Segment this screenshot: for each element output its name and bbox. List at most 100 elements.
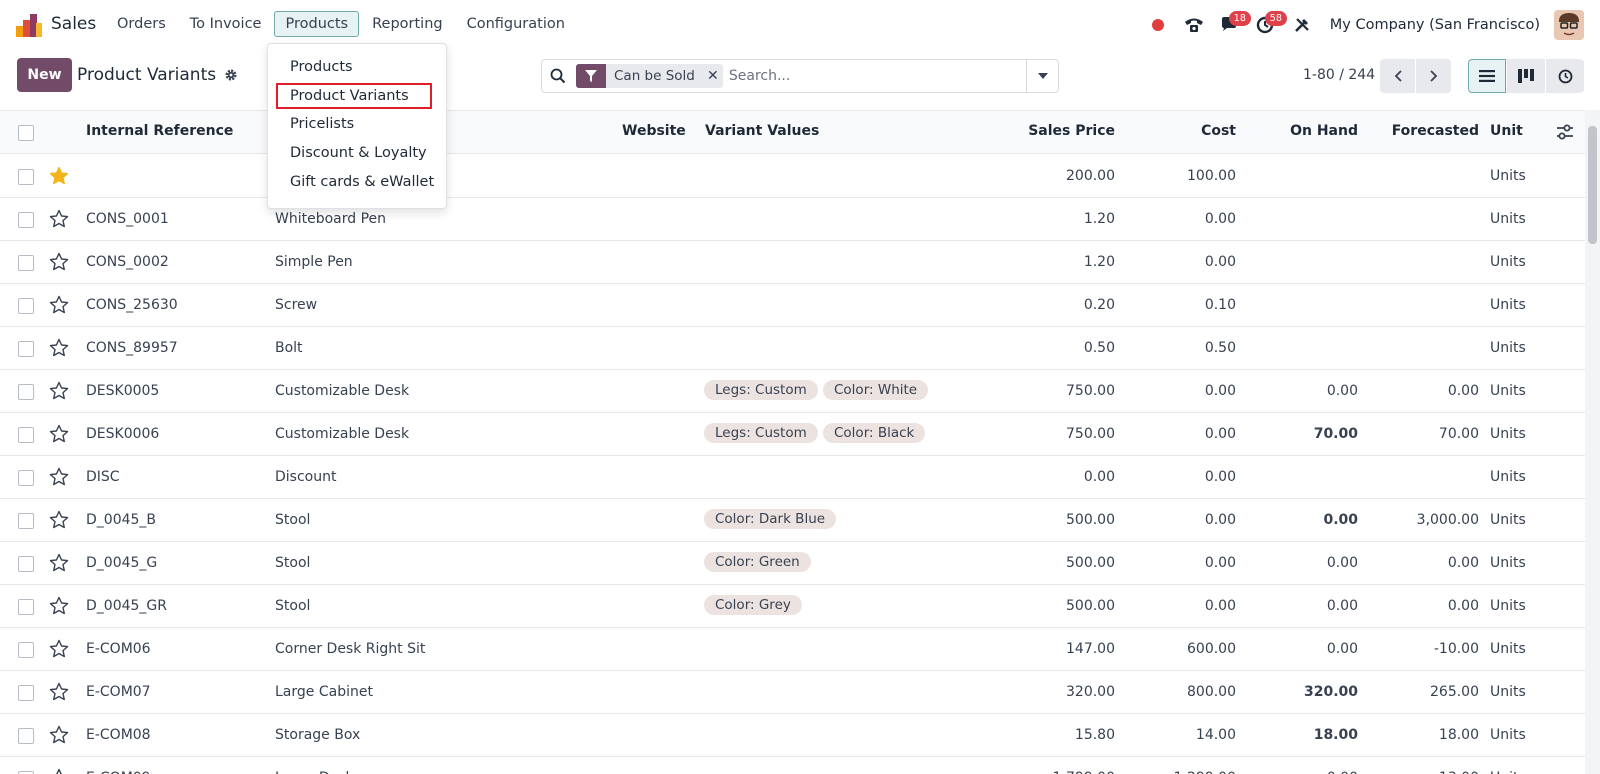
cell-cost: 0.00 — [1204, 555, 1236, 571]
row-checkbox[interactable] — [18, 427, 34, 443]
row-checkbox[interactable] — [18, 470, 34, 486]
star-outline-icon[interactable] — [49, 209, 69, 229]
cell-product-name: Corner Desk Right Sit — [275, 641, 426, 657]
scrollbar-thumb[interactable] — [1588, 126, 1597, 244]
table-row[interactable]: 200.00 100.00 Units — [0, 155, 1585, 198]
table-row[interactable]: CONS_89957 Bolt 0.50 0.50 Units — [0, 327, 1585, 370]
table-row[interactable]: DESK0005 Customizable Desk Legs: Custom Col… — [0, 370, 1585, 413]
chevron-down-icon[interactable] — [1026, 60, 1058, 92]
column-sales-price[interactable]: Sales Price — [1028, 123, 1115, 139]
row-checkbox[interactable] — [18, 341, 34, 357]
pager-previous-button[interactable] — [1380, 59, 1415, 93]
star-outline-icon[interactable] — [49, 553, 69, 573]
star-outline-icon[interactable] — [49, 252, 69, 272]
row-checkbox[interactable] — [18, 642, 34, 658]
company-switcher[interactable]: My Company (San Francisco) — [1330, 17, 1540, 33]
star-outline-icon[interactable] — [49, 467, 69, 487]
table-row[interactable]: DESK0006 Customizable Desk Legs: Custom Col… — [0, 413, 1585, 456]
star-outline-icon[interactable] — [49, 424, 69, 444]
cell-internal-reference: E-COM09 — [86, 770, 151, 774]
menu-reporting[interactable]: Reporting — [361, 11, 454, 37]
column-settings-icon[interactable] — [1556, 123, 1574, 141]
record-icon[interactable] — [1140, 11, 1176, 39]
star-outline-icon[interactable] — [49, 725, 69, 745]
search-input[interactable] — [728, 68, 1009, 84]
column-website[interactable]: Website — [622, 123, 686, 139]
table-row[interactable]: E-COM06 Corner Desk Right Sit 147.00 600.00… — [0, 628, 1585, 671]
row-checkbox[interactable] — [18, 255, 34, 271]
table-row[interactable]: D_0045_GR Stool Color: Grey 500.00 0.00 0.00 0… — [0, 585, 1585, 628]
row-checkbox[interactable] — [18, 513, 34, 529]
new-button[interactable]: New — [17, 58, 72, 92]
row-checkbox[interactable] — [18, 384, 34, 400]
table-row[interactable]: E-COM09 Large Desk 1,799.00 1,299.00 0.00 -13… — [0, 757, 1585, 774]
star-outline-icon[interactable] — [49, 682, 69, 702]
gear-icon[interactable] — [224, 68, 238, 82]
table-row[interactable]: D_0045_G Stool Color: Green 500.00 0.00 0.00 0… — [0, 542, 1585, 585]
dropdown-item-products[interactable]: Products — [268, 54, 446, 80]
table-row[interactable]: CONS_0002 Simple Pen 1.20 0.00 Units — [0, 241, 1585, 284]
dropdown-item-product-variants[interactable]: Product Variants — [276, 83, 432, 109]
column-cost[interactable]: Cost — [1201, 123, 1236, 139]
column-unit[interactable]: Unit — [1490, 123, 1523, 139]
cell-forecasted: -13.00 — [1434, 770, 1479, 774]
dropdown-item-gift-cards[interactable]: Gift cards & eWallet — [268, 169, 446, 195]
close-icon[interactable]: ✕ — [703, 68, 723, 84]
phone-icon[interactable] — [1176, 11, 1212, 39]
search-facet[interactable]: Can be Sold ✕ — [576, 64, 723, 88]
menu-configuration[interactable]: Configuration — [456, 11, 576, 37]
menu-to-invoice[interactable]: To Invoice — [179, 11, 273, 37]
sales-app-icon[interactable] — [16, 13, 42, 37]
debug-tools-icon[interactable] — [1284, 11, 1320, 39]
column-on-hand[interactable]: On Hand — [1290, 123, 1358, 139]
star-filled-icon[interactable] — [49, 166, 69, 186]
row-checkbox[interactable] — [18, 212, 34, 228]
app-name[interactable]: Sales — [51, 14, 96, 34]
star-outline-icon[interactable] — [49, 295, 69, 315]
cell-forecasted: 3,000.00 — [1416, 512, 1479, 528]
cell-sales-price: 500.00 — [1066, 555, 1115, 571]
star-outline-icon[interactable] — [49, 338, 69, 358]
column-forecasted[interactable]: Forecasted — [1392, 123, 1479, 139]
cell-sales-price: 1.20 — [1083, 254, 1115, 270]
star-outline-icon[interactable] — [49, 768, 69, 774]
row-checkbox[interactable] — [18, 556, 34, 572]
cell-on-hand: 0.00 — [1326, 641, 1358, 657]
menu-orders[interactable]: Orders — [106, 11, 177, 37]
star-outline-icon[interactable] — [49, 381, 69, 401]
star-outline-icon[interactable] — [49, 639, 69, 659]
table-row[interactable]: E-COM08 Storage Box 15.80 14.00 18.00 18.00 Un… — [0, 714, 1585, 757]
pager-value[interactable]: 1-80 / 244 — [1303, 67, 1375, 83]
list-view-button[interactable] — [1468, 59, 1506, 93]
chat-icon[interactable]: 18 — [1212, 11, 1251, 39]
pager-next-button[interactable] — [1416, 59, 1451, 93]
row-checkbox[interactable] — [18, 728, 34, 744]
activity-clock-icon[interactable]: 58 — [1248, 11, 1287, 39]
dropdown-item-pricelists[interactable]: Pricelists — [268, 111, 446, 137]
table-row[interactable]: D_0045_B Stool Color: Dark Blue 500.00 0.00 0… — [0, 499, 1585, 542]
kanban-view-button[interactable] — [1507, 59, 1545, 93]
dropdown-item-discount-loyalty[interactable]: Discount & Loyalty — [268, 140, 446, 166]
search-icon[interactable] — [542, 60, 574, 92]
column-variant-values[interactable]: Variant Values — [705, 123, 819, 139]
cell-sales-price: 0.20 — [1083, 297, 1115, 313]
star-outline-icon[interactable] — [49, 596, 69, 616]
row-checkbox[interactable] — [18, 298, 34, 314]
cell-cost: 0.00 — [1204, 211, 1236, 227]
user-avatar[interactable] — [1554, 10, 1584, 40]
menu-products[interactable]: Products — [274, 11, 360, 37]
row-checkbox[interactable] — [18, 599, 34, 615]
star-outline-icon[interactable] — [49, 510, 69, 530]
activity-view-button[interactable] — [1546, 59, 1584, 93]
row-checkbox[interactable] — [18, 685, 34, 701]
list-scrollbar[interactable] — [1585, 110, 1600, 774]
table-row[interactable]: DISC Discount 0.00 0.00 Units — [0, 456, 1585, 499]
column-internal-reference[interactable]: Internal Reference — [86, 123, 233, 139]
table-row[interactable]: CONS_25630 Screw 0.20 0.10 Units — [0, 284, 1585, 327]
table-row[interactable]: E-COM07 Large Cabinet 320.00 800.00 320.00 26… — [0, 671, 1585, 714]
cell-sales-price: 147.00 — [1066, 641, 1115, 657]
select-all-checkbox[interactable] — [18, 125, 34, 141]
cell-unit: Units — [1490, 426, 1526, 442]
row-checkbox[interactable] — [18, 169, 34, 185]
table-row[interactable]: CONS_0001 Whiteboard Pen 1.20 0.00 Units — [0, 198, 1585, 241]
